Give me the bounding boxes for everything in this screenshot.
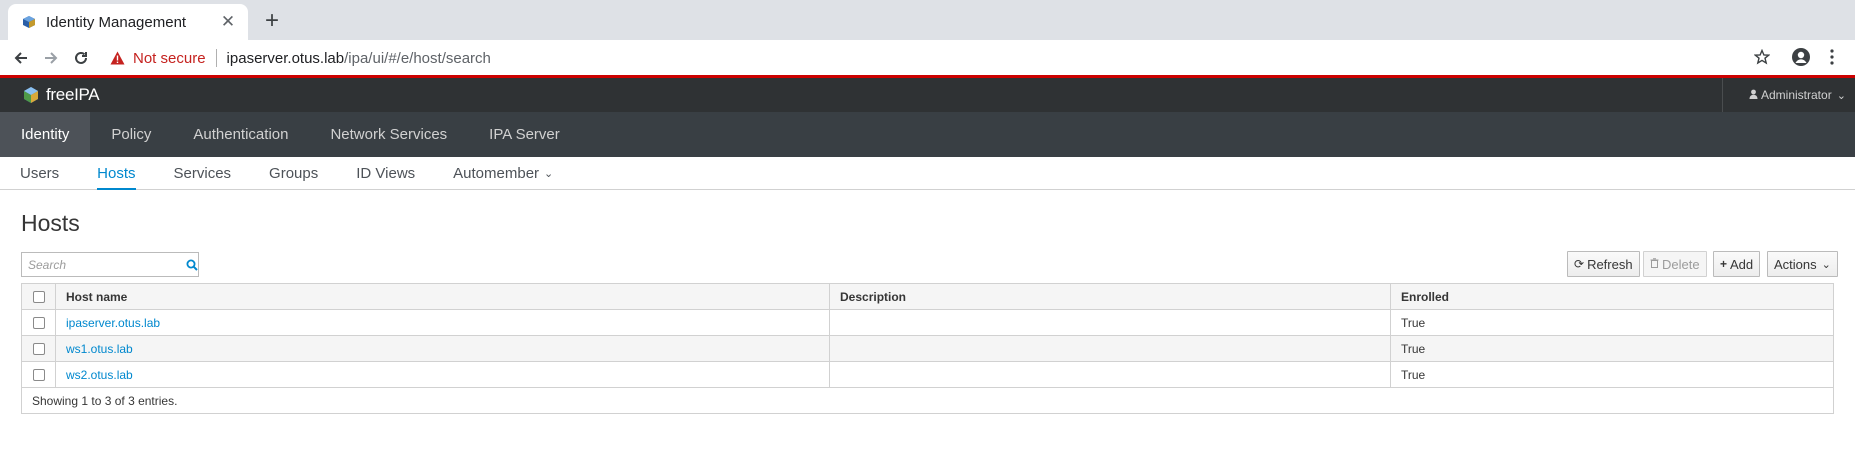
table-header-row: Host name Description Enrolled [21,283,1834,310]
forward-arrow-icon[interactable] [36,43,66,73]
row-checkbox[interactable] [32,369,45,382]
url-path: /ipa/ui/#/e/host/search [344,49,491,67]
trash-icon [1650,257,1659,271]
table-row: ipaserver.otus.lab True [21,309,1834,336]
enrolled-cell: True [1390,335,1834,362]
chevron-down-icon: ⌄ [544,167,554,180]
host-name-cell: ws2.otus.lab [55,361,830,388]
address-bar[interactable]: Not secure ipaserver.otus.lab/ipa/ui/#/e… [110,43,1750,73]
profile-avatar-icon[interactable] [1787,43,1815,71]
description-cell [829,309,1391,336]
browser-tab[interactable]: Identity Management ✕ [8,4,248,40]
user-icon [1749,88,1758,102]
primary-nav-network-services[interactable]: Network Services [309,112,468,157]
hosts-table: Host name Description Enrolled ipaserver… [21,283,1834,414]
primary-nav-ipa-server[interactable]: IPA Server [468,112,581,157]
tab-automember-label: Automember [453,164,540,182]
browser-tabstrip: Identity Management ✕ + [0,0,1855,40]
tab-hosts[interactable]: Hosts [97,157,136,190]
column-header-description[interactable]: Description [829,283,1391,310]
actions-label: Actions [1774,256,1817,272]
table-row: ws1.otus.lab True [21,335,1834,362]
warning-triangle-icon [110,51,125,65]
table-footer: Showing 1 to 3 of 3 entries. [21,387,1834,414]
not-secure-label[interactable]: Not secure [133,50,206,67]
actions-button[interactable]: Actions ⌄ [1767,251,1838,277]
description-cell [829,361,1391,388]
delete-label: Delete [1662,256,1700,272]
tab-id-views[interactable]: ID Views [356,157,415,189]
brand[interactable]: freeIPA [22,85,100,105]
secondary-nav: Users Hosts Services Groups ID Views Aut… [0,157,1855,190]
enrolled-cell: True [1390,309,1834,336]
tab-groups-label: Groups [269,164,319,182]
bookmark-star-icon[interactable] [1748,43,1776,71]
back-arrow-icon[interactable] [6,43,36,73]
freeipa-logo-icon [22,86,40,104]
row-select-cell [21,361,56,388]
masthead: freeIPA Administrator ⌄ [0,78,1855,112]
user-name: Administrator [1761,88,1832,102]
browser-menu-icon[interactable] [1820,43,1844,71]
search-box [21,252,199,277]
page-title: Hosts [21,210,80,236]
tab-users[interactable]: Users [20,157,59,189]
table-row: ws2.otus.lab True [21,361,1834,388]
description-cell [829,335,1391,362]
tab-services-label: Services [173,164,232,182]
row-select-cell [21,309,56,336]
primary-nav-identity[interactable]: Identity [0,112,91,157]
tab-hosts-label: Hosts [97,164,136,182]
tab-id-views-label: ID Views [356,164,416,182]
chevron-down-icon: ⌄ [1821,258,1831,271]
select-all-cell [21,283,56,310]
search-icon[interactable] [185,253,198,276]
brand-name: freeIPA [46,85,100,104]
user-menu[interactable]: Administrator ⌄ [1722,78,1855,112]
refresh-label: Refresh [1587,256,1633,272]
column-header-enrolled[interactable]: Enrolled [1390,283,1834,310]
delete-button[interactable]: Delete [1643,251,1707,277]
plus-icon: + [1720,257,1728,271]
add-button[interactable]: + Add [1713,251,1761,277]
host-name-cell: ws1.otus.lab [55,335,830,362]
host-link[interactable]: ipaserver.otus.lab [66,316,160,330]
add-label: Add [1730,256,1754,272]
new-tab-plus-icon[interactable]: + [258,8,286,36]
search-input[interactable] [22,253,185,276]
primary-nav: Identity Policy Authentication Network S… [0,112,1855,157]
table-footer-row: Showing 1 to 3 of 3 entries. [21,387,1834,414]
column-header-host-name[interactable]: Host name [55,283,830,310]
tab-groups[interactable]: Groups [269,157,318,189]
row-checkbox[interactable] [32,343,45,356]
host-link[interactable]: ws2.otus.lab [66,368,133,382]
enrolled-cell: True [1390,361,1834,388]
row-checkbox[interactable] [32,317,45,330]
tab-title: Identity Management [46,13,187,31]
host-link[interactable]: ws1.otus.lab [66,342,133,356]
tab-services[interactable]: Services [174,157,232,189]
select-all-checkbox[interactable] [32,291,45,304]
host-name-cell: ipaserver.otus.lab [55,309,830,336]
reload-icon[interactable] [66,43,96,73]
tab-users-label: Users [20,164,60,182]
close-tab-icon[interactable]: ✕ [216,10,240,34]
tab-automember[interactable]: Automember ⌄ [453,157,553,189]
refresh-icon: ⟳ [1574,257,1585,271]
url-host: ipaserver.otus.lab [226,49,345,67]
primary-nav-policy[interactable]: Policy [90,112,172,157]
chevron-down-icon: ⌄ [1836,89,1846,102]
primary-nav-authentication[interactable]: Authentication [172,112,309,157]
refresh-button[interactable]: ⟳ Refresh [1567,251,1640,277]
address-separator [215,49,217,67]
row-select-cell [21,335,56,362]
freeipa-favicon-icon [22,15,36,29]
